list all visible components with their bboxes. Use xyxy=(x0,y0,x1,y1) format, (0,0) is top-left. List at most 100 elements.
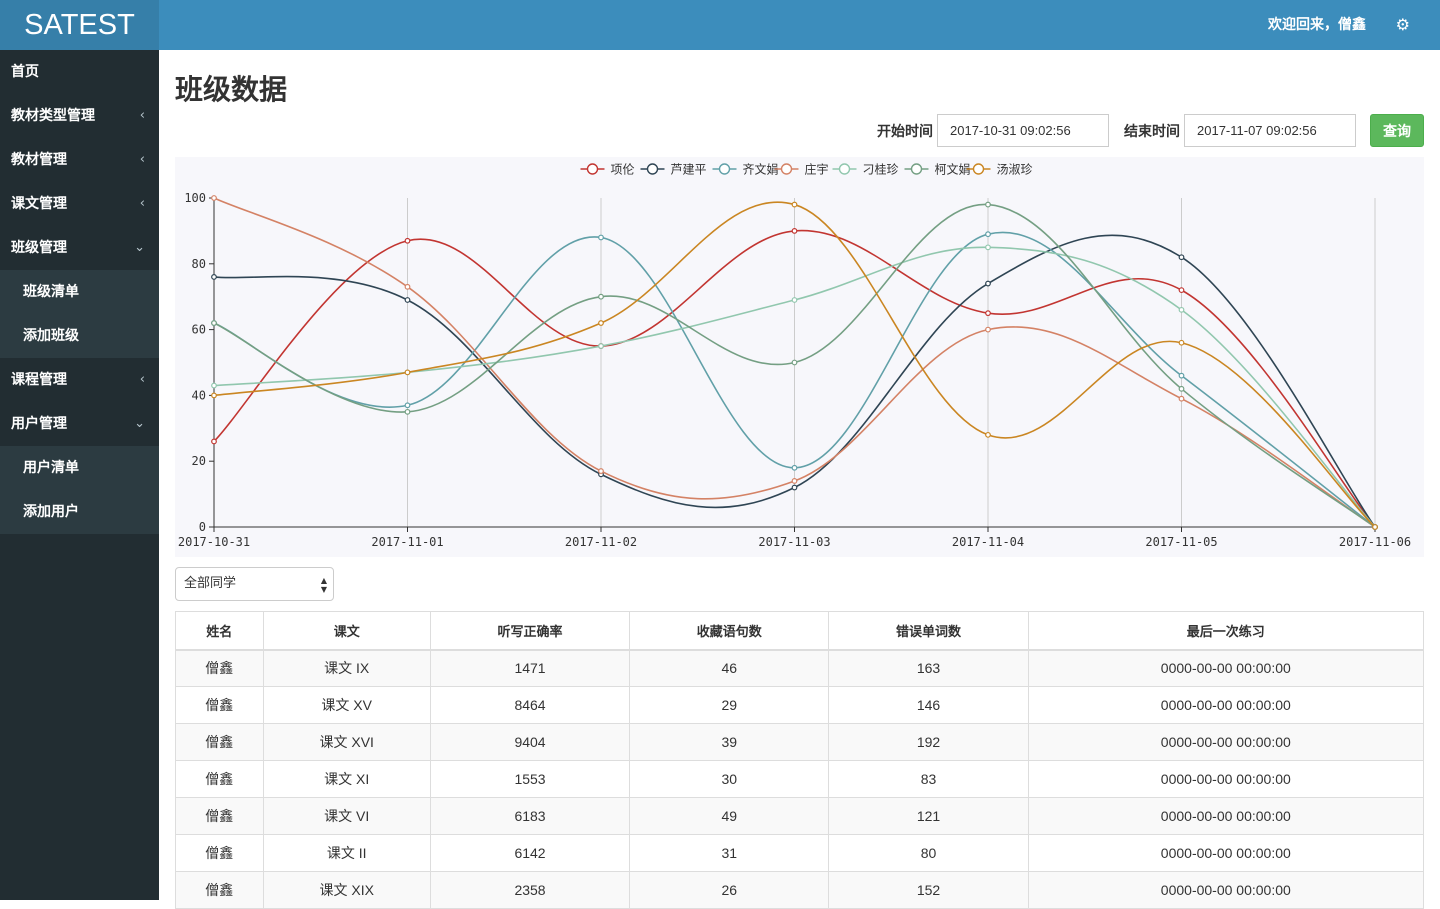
main-content: 班级数据 开始时间 结束时间 查询 0 20 40 60 80 100 2017-10-31… xyxy=(159,50,1440,909)
sidebar-item-label: 教材类型管理 xyxy=(11,108,95,124)
table-cell: 31 xyxy=(629,834,830,872)
data-point xyxy=(404,408,411,415)
select-arrows-icon: ▲ ▼ xyxy=(320,576,327,594)
data-point xyxy=(791,297,798,303)
table-cell: 僧鑫 xyxy=(175,686,264,724)
x-tick-label: 2017-10-31 xyxy=(178,535,250,549)
sidebar-item-courses[interactable]: 课程管理 ‹ xyxy=(0,358,159,402)
table-cell: 僧鑫 xyxy=(175,723,264,761)
data-point xyxy=(1178,372,1185,379)
end-time-input[interactable] xyxy=(1184,114,1356,147)
table-cell: 1553 xyxy=(429,760,631,798)
sidebar-item-user-list[interactable]: 用户清单 xyxy=(0,446,159,490)
data-point xyxy=(211,195,217,201)
line-chart: 0 20 40 60 80 100 2017-10-31 2017-11-01 2017-11-… xyxy=(175,157,1424,557)
data-point xyxy=(791,464,798,471)
table-cell: 课文 XI xyxy=(262,760,431,798)
sidebar-item-home[interactable]: 首页 xyxy=(0,50,159,94)
table-cell: 192 xyxy=(828,723,1029,761)
table-header-cell: 收藏语句数 xyxy=(629,611,830,651)
table-cell: 课文 XIX xyxy=(262,871,431,909)
y-tick-label: 100 xyxy=(184,191,206,205)
table-cell: 121 xyxy=(828,797,1029,835)
top-navbar: SATEST 欢迎回来，僧鑫 ⚙ xyxy=(0,0,1440,50)
chevron-left-icon: ‹ xyxy=(139,372,145,387)
legend-marker xyxy=(838,163,851,175)
sidebar-item-label: 课文管理 xyxy=(11,196,67,212)
data-point xyxy=(404,237,411,244)
data-point xyxy=(598,320,604,326)
table-cell: 课文 II xyxy=(262,834,431,872)
x-tick-label: 2017-11-03 xyxy=(758,535,830,549)
y-tick-label: 60 xyxy=(192,323,206,337)
sidebar-item-textbooks[interactable]: 教材管理 ‹ xyxy=(0,138,159,182)
data-point xyxy=(598,468,604,474)
table-cell: 2358 xyxy=(429,871,631,909)
x-tick-label: 2017-11-02 xyxy=(565,535,637,549)
table-cell: 僧鑫 xyxy=(175,760,264,798)
student-select[interactable]: 全部同学 ▲ ▼ xyxy=(175,567,334,601)
table-cell: 9404 xyxy=(429,723,631,761)
table-cell: 0000-00-00 00:00:00 xyxy=(1027,723,1425,761)
users-submenu: 用户清单 添加用户 xyxy=(0,446,159,534)
sidebar-item-add-class[interactable]: 添加班级 xyxy=(0,314,159,358)
gear-icon[interactable]: ⚙ xyxy=(1396,0,1410,50)
table-row[interactable]: 僧鑫 课文 VI 6183 49 121 0000-00-00 00:00:00 xyxy=(175,797,1425,835)
legend-label: 柯文娟 xyxy=(935,162,971,177)
table-cell: 26 xyxy=(629,871,830,909)
legend-label: 刁桂珍 xyxy=(863,162,899,177)
table-cell: 163 xyxy=(828,649,1029,687)
welcome-text[interactable]: 欢迎回来，僧鑫 xyxy=(1268,0,1366,50)
table-cell: 课文 IX xyxy=(262,649,431,687)
table-row[interactable]: 僧鑫 课文 IX 1471 46 163 0000-00-00 00:00:00 xyxy=(175,649,1425,687)
chevron-down-icon: ⌄ xyxy=(134,240,145,255)
data-point xyxy=(211,382,217,389)
chevron-down-icon: ⌄ xyxy=(134,416,145,431)
table-cell: 0000-00-00 00:00:00 xyxy=(1027,760,1425,798)
sidebar-item-textbook-types[interactable]: 教材类型管理 ‹ xyxy=(0,94,159,138)
table-cell: 46 xyxy=(629,649,830,687)
sidebar-item-label: 课程管理 xyxy=(11,372,67,388)
table-header-cell: 错误单词数 xyxy=(828,611,1029,651)
table-cell: 6142 xyxy=(429,834,631,872)
y-tick-label: 0 xyxy=(199,520,206,534)
table-cell: 1471 xyxy=(429,649,631,687)
x-tick-label: 2017-11-01 xyxy=(371,535,443,549)
legend-label: 汤淑珍 xyxy=(997,163,1033,177)
sidebar-item-class-list[interactable]: 班级清单 xyxy=(0,270,159,314)
legend-marker xyxy=(586,163,599,175)
table-row[interactable]: 僧鑫 课文 II 6142 31 80 0000-00-00 00:00:00 xyxy=(175,834,1425,872)
data-point xyxy=(791,484,798,491)
table-cell: 僧鑫 xyxy=(175,871,264,909)
table-row[interactable]: 僧鑫 课文 XIX 2358 26 152 0000-00-00 00:00:00 xyxy=(175,871,1425,909)
table-cell: 152 xyxy=(828,871,1029,909)
sidebar-item-lessons[interactable]: 课文管理 ‹ xyxy=(0,182,159,226)
table-cell: 0000-00-00 00:00:00 xyxy=(1027,649,1425,687)
sidebar-item-add-user[interactable]: 添加用户 xyxy=(0,490,159,534)
table-row[interactable]: 僧鑫 课文 XVI 9404 39 192 0000-00-00 00:00:00 xyxy=(175,723,1425,761)
table-row[interactable]: 僧鑫 课文 XI 1553 30 83 0000-00-00 00:00:00 xyxy=(175,760,1425,798)
data-point xyxy=(404,369,411,376)
data-point xyxy=(791,478,798,484)
table-row[interactable]: 僧鑫 课文 XV 8464 29 146 0000-00-00 00:00:00 xyxy=(175,686,1425,724)
table-cell: 6183 xyxy=(429,797,631,835)
y-tick-label: 80 xyxy=(192,257,206,271)
data-point xyxy=(1178,385,1185,392)
x-tick-label: 2017-11-05 xyxy=(1145,535,1217,549)
sidebar-item-users[interactable]: 用户管理 ⌄ xyxy=(0,402,159,446)
data-point xyxy=(404,402,411,409)
query-button[interactable]: 查询 xyxy=(1370,114,1424,147)
data-point xyxy=(1178,395,1185,402)
legend-marker xyxy=(910,163,923,175)
data-point xyxy=(404,283,411,290)
legend-label: 芦建平 xyxy=(671,163,707,177)
sidebar-item-classes[interactable]: 班级管理 ⌄ xyxy=(0,226,159,270)
table-cell: 146 xyxy=(828,686,1029,724)
data-point xyxy=(211,320,217,326)
app-logo[interactable]: SATEST xyxy=(0,0,159,50)
date-filter-bar: 开始时间 结束时间 查询 xyxy=(877,114,1424,147)
table-cell: 8464 xyxy=(429,686,631,724)
start-time-input[interactable] xyxy=(937,114,1109,147)
legend-label: 庄宇 xyxy=(805,162,829,177)
table-cell: 僧鑫 xyxy=(175,834,264,872)
